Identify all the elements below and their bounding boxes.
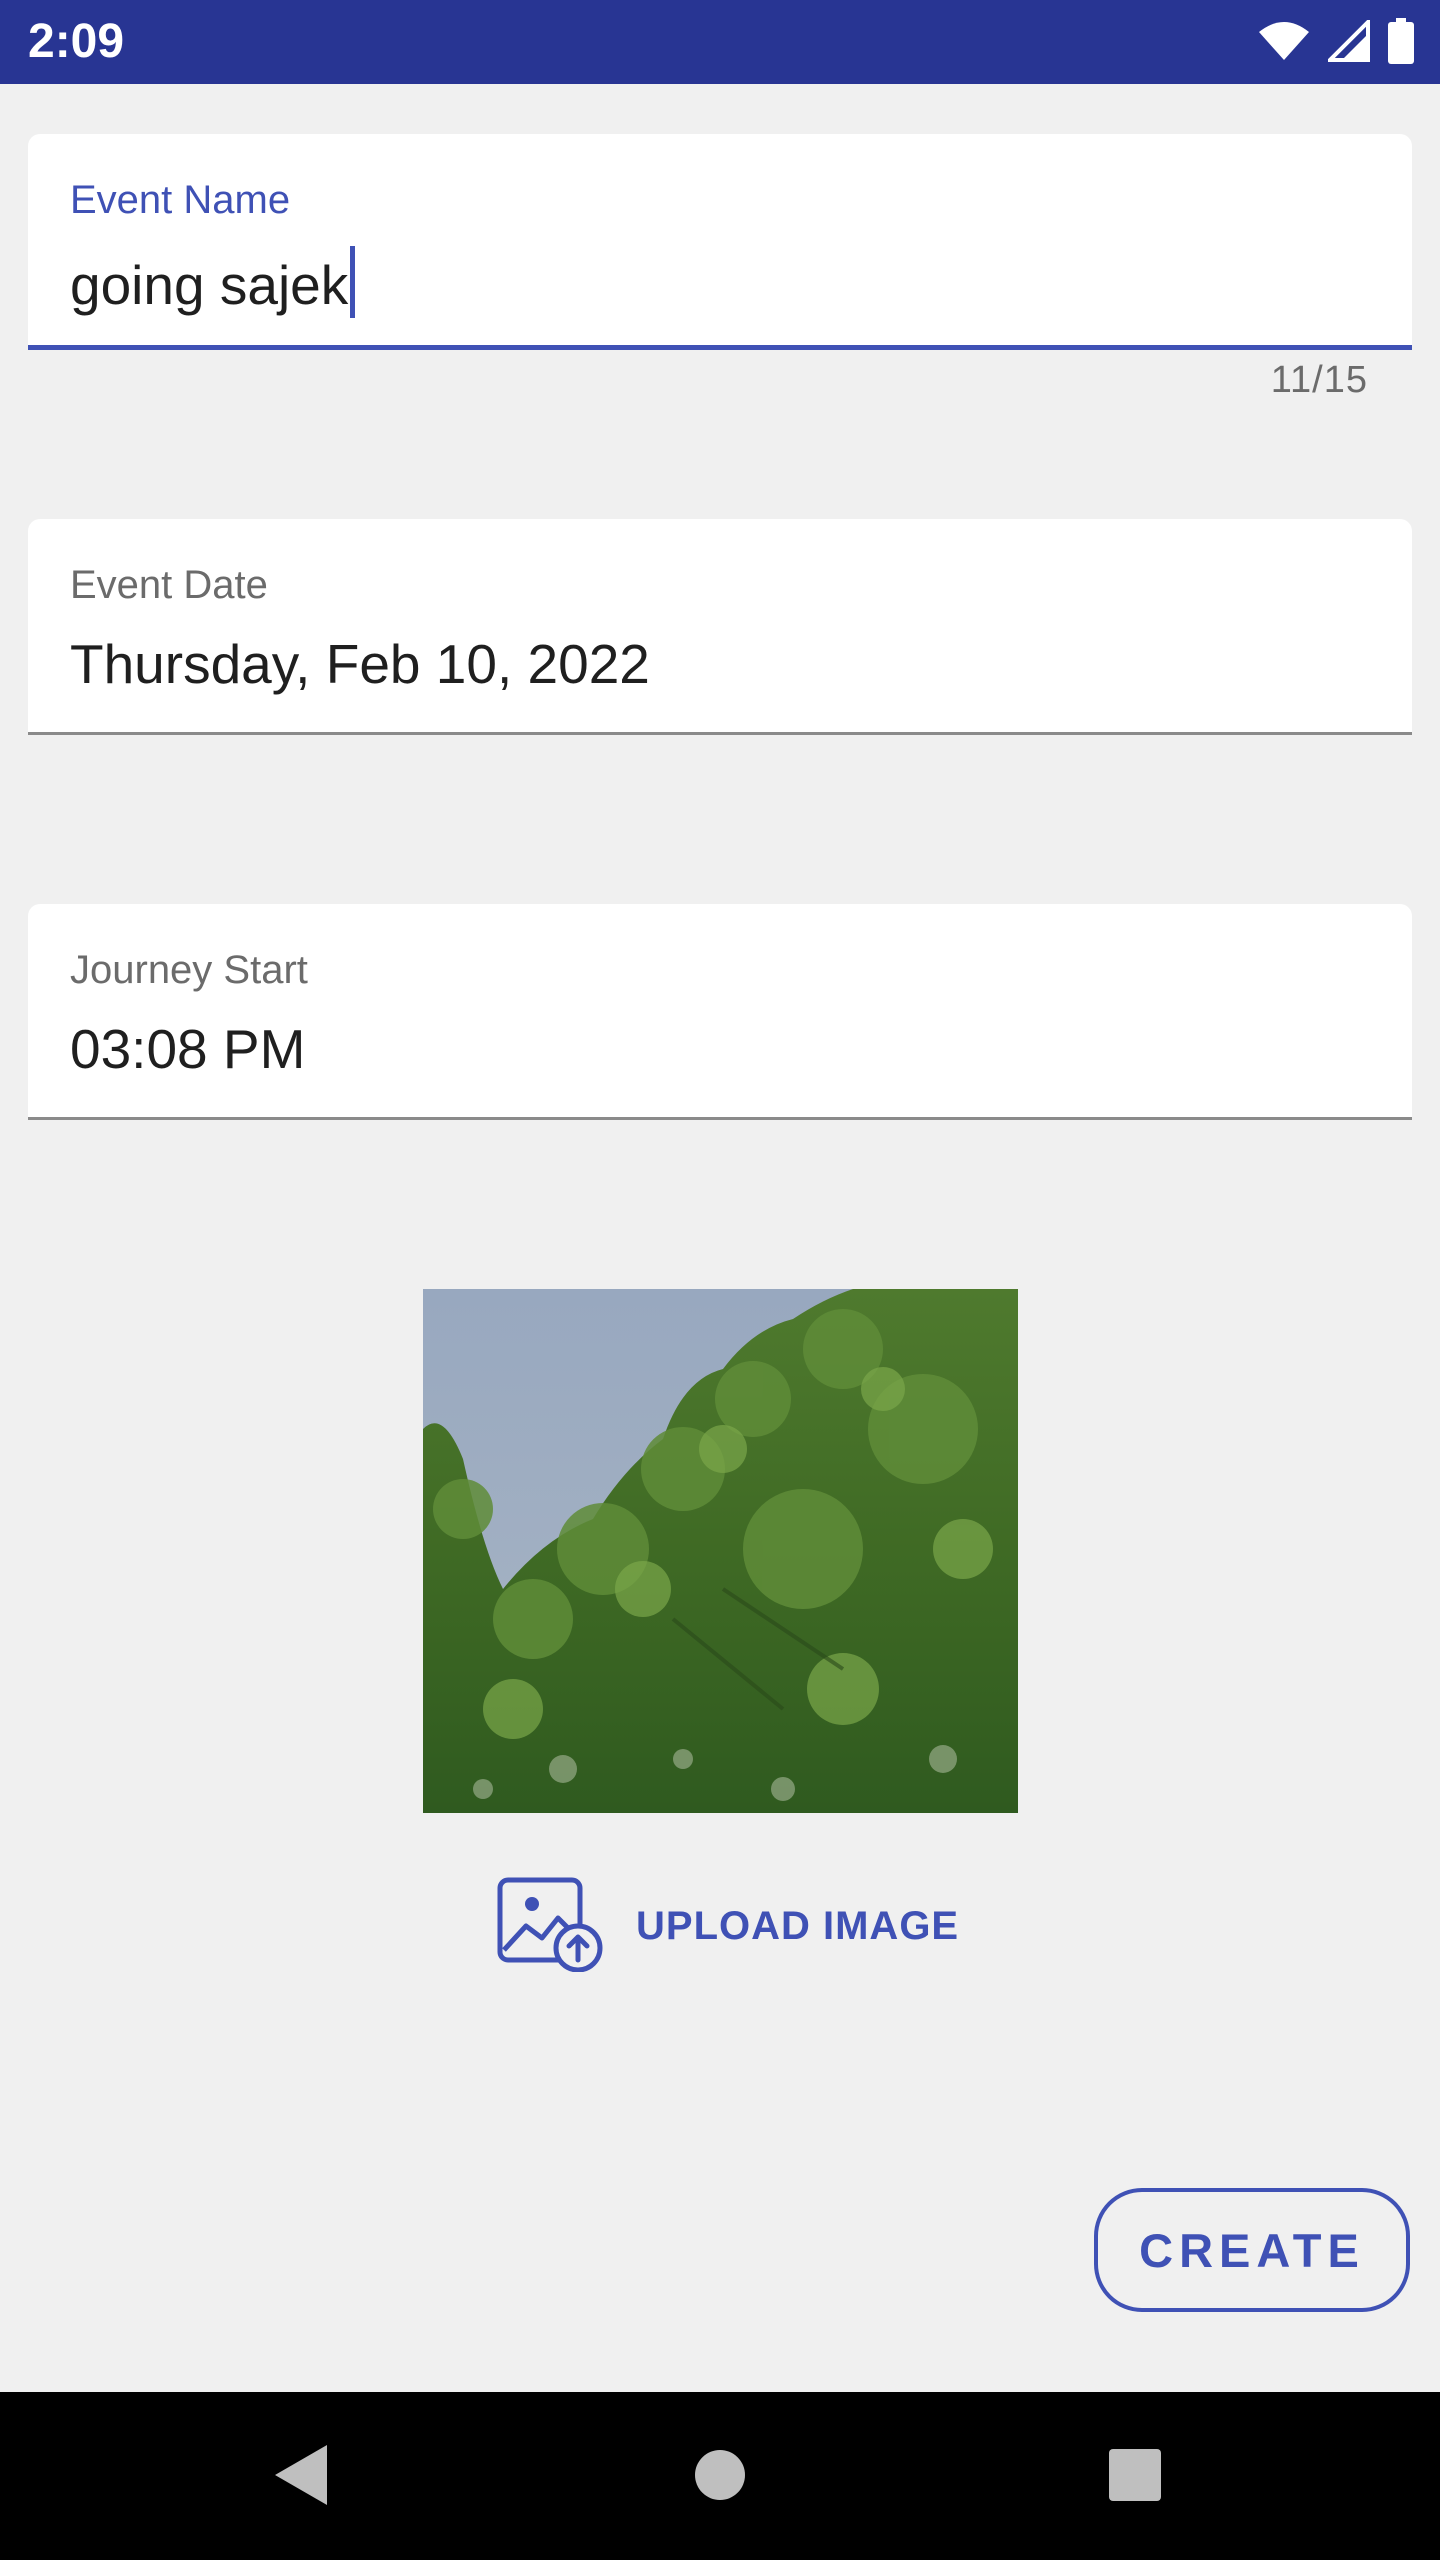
event-name-label: Event Name [70,178,291,222]
journey-start-label: Journey Start [70,948,308,992]
back-button[interactable] [256,2432,346,2522]
journey-start-value: 03:08 PM [70,1018,306,1080]
cell-signal-icon [1328,20,1370,62]
event-name-input[interactable]: going sajek [70,246,356,318]
upload-image-button[interactable]: UPLOAD IMAGE [496,1876,959,1976]
back-icon [271,2443,331,2512]
event-name-value: going sajek [70,254,349,316]
wifi-icon [1258,20,1310,62]
event-date-field[interactable]: Event Date Thursday, Feb 10, 2022 [28,519,1412,735]
character-counter: 11/15 [1270,359,1368,401]
navigation-bar [0,2392,1440,2560]
image-preview [423,1289,1018,1813]
battery-icon [1388,18,1414,64]
event-date-label: Event Date [70,563,268,607]
screen: 2:09 Event Name going sajek 11/15 Event … [0,0,1440,2560]
status-icons [1258,16,1414,66]
status-bar: 2:09 [0,0,1440,84]
event-date-value: Thursday, Feb 10, 2022 [70,633,650,695]
recents-button[interactable] [1090,2432,1180,2522]
recents-icon [1108,2448,1162,2507]
journey-start-field[interactable]: Journey Start 03:08 PM [28,904,1412,1120]
upload-image-label: UPLOAD IMAGE [636,1903,960,1948]
text-cursor [350,246,356,318]
event-name-field[interactable]: Event Name going sajek [28,134,1412,350]
home-icon [694,2449,746,2506]
create-button[interactable]: CREATE [1094,2188,1410,2312]
home-button[interactable] [675,2432,765,2522]
image-upload-icon [496,1876,604,1977]
status-time: 2:09 [28,15,125,68]
